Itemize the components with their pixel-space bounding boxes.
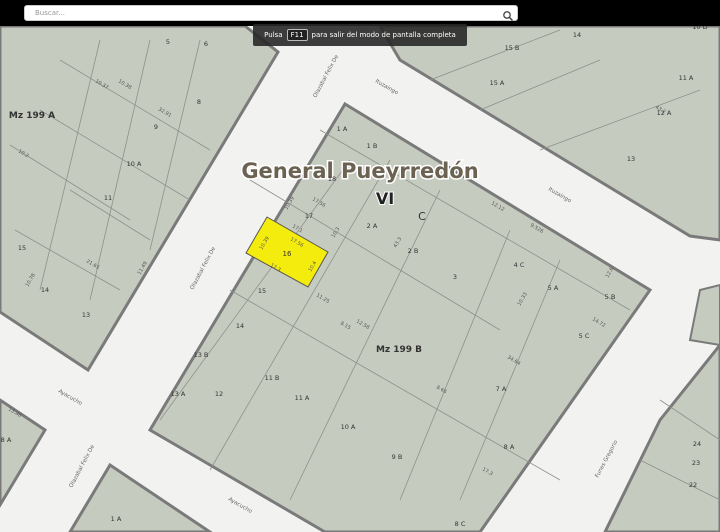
parcel-label: 10 A (127, 160, 142, 168)
parcel-label: 8 (197, 98, 201, 106)
parcel-label: 5 (166, 38, 170, 46)
parcel-label: 9 (154, 123, 158, 131)
parcel-label: 14 (41, 286, 49, 294)
parcel-label: 24 (693, 440, 701, 448)
block-label-199b: Mz 199 B (376, 345, 422, 355)
search-icon[interactable] (502, 7, 514, 22)
parcel-label: 12 (215, 390, 223, 398)
parcel-label: 10 A (341, 423, 356, 431)
cadastral-map[interactable]: 16 17.56 10.39 17.3 10.4 General Pueyrre… (0, 0, 720, 532)
parcel-label: 11 A (295, 394, 310, 402)
circ-label: C (418, 210, 426, 223)
top-bar (0, 0, 720, 26)
parcel-label: 18 (328, 175, 336, 183)
parcel-label: 11 B (265, 374, 280, 382)
parcel-label: 5 A (548, 284, 559, 292)
block-label-199a: Mz 199 A (9, 111, 55, 121)
parcel-label: 8 A (1, 436, 12, 444)
parcel-label: 23 (692, 459, 700, 467)
parcel-label: 8 A (504, 443, 515, 451)
parcel-label: 7 A (496, 385, 507, 393)
parcel-label: 4 C (514, 261, 525, 269)
parcel-label: 13 B (194, 351, 209, 359)
parcel-label: 13 (82, 311, 90, 319)
parcel-label: 6 (204, 40, 208, 48)
parcel-label: 11 (104, 194, 112, 202)
parcel-label: 14 (573, 31, 581, 39)
sector-label: VI (376, 189, 394, 208)
parcel-label: 2 A (367, 222, 378, 230)
parcel-label: 17 (305, 212, 313, 220)
fullscreen-tip-key: F11 (286, 29, 308, 41)
parcel-label: 15 (18, 244, 26, 252)
parcel-label: 5 C (579, 332, 590, 340)
municipality-label: General Pueyrredón (241, 159, 478, 183)
parcel-label: 13 (627, 155, 635, 163)
parcel-label: 15 (258, 287, 266, 295)
parcel-label: 8 C (455, 520, 466, 528)
parcel-label: 15 A (490, 79, 505, 87)
parcel-label: 1 A (111, 515, 122, 523)
parcel-label: 14 (236, 322, 244, 330)
highlighted-parcel-label: 16 (283, 250, 292, 258)
parcel-label: 15 B (505, 44, 520, 52)
parcel-label: 5 B (605, 293, 616, 301)
fullscreen-tip-before: Pulsa (264, 31, 283, 39)
parcel-label: 9 B (392, 453, 403, 461)
parcel-label: 3 (453, 273, 457, 281)
parcel-label: 1 B (367, 142, 378, 150)
parcel-label: 13 A (171, 390, 186, 398)
fullscreen-tip: Pulsa F11 para salir del modo de pantall… (253, 24, 467, 46)
parcel-label: 2 B (408, 247, 419, 255)
parcel-label: 22 (689, 481, 697, 489)
search-box[interactable] (24, 5, 518, 22)
fullscreen-tip-after: para salir del modo de pantalla completa (311, 31, 456, 39)
parcel-label: 1 A (337, 125, 348, 133)
search-input[interactable] (35, 6, 495, 20)
parcel-label: 11 A (679, 74, 694, 82)
